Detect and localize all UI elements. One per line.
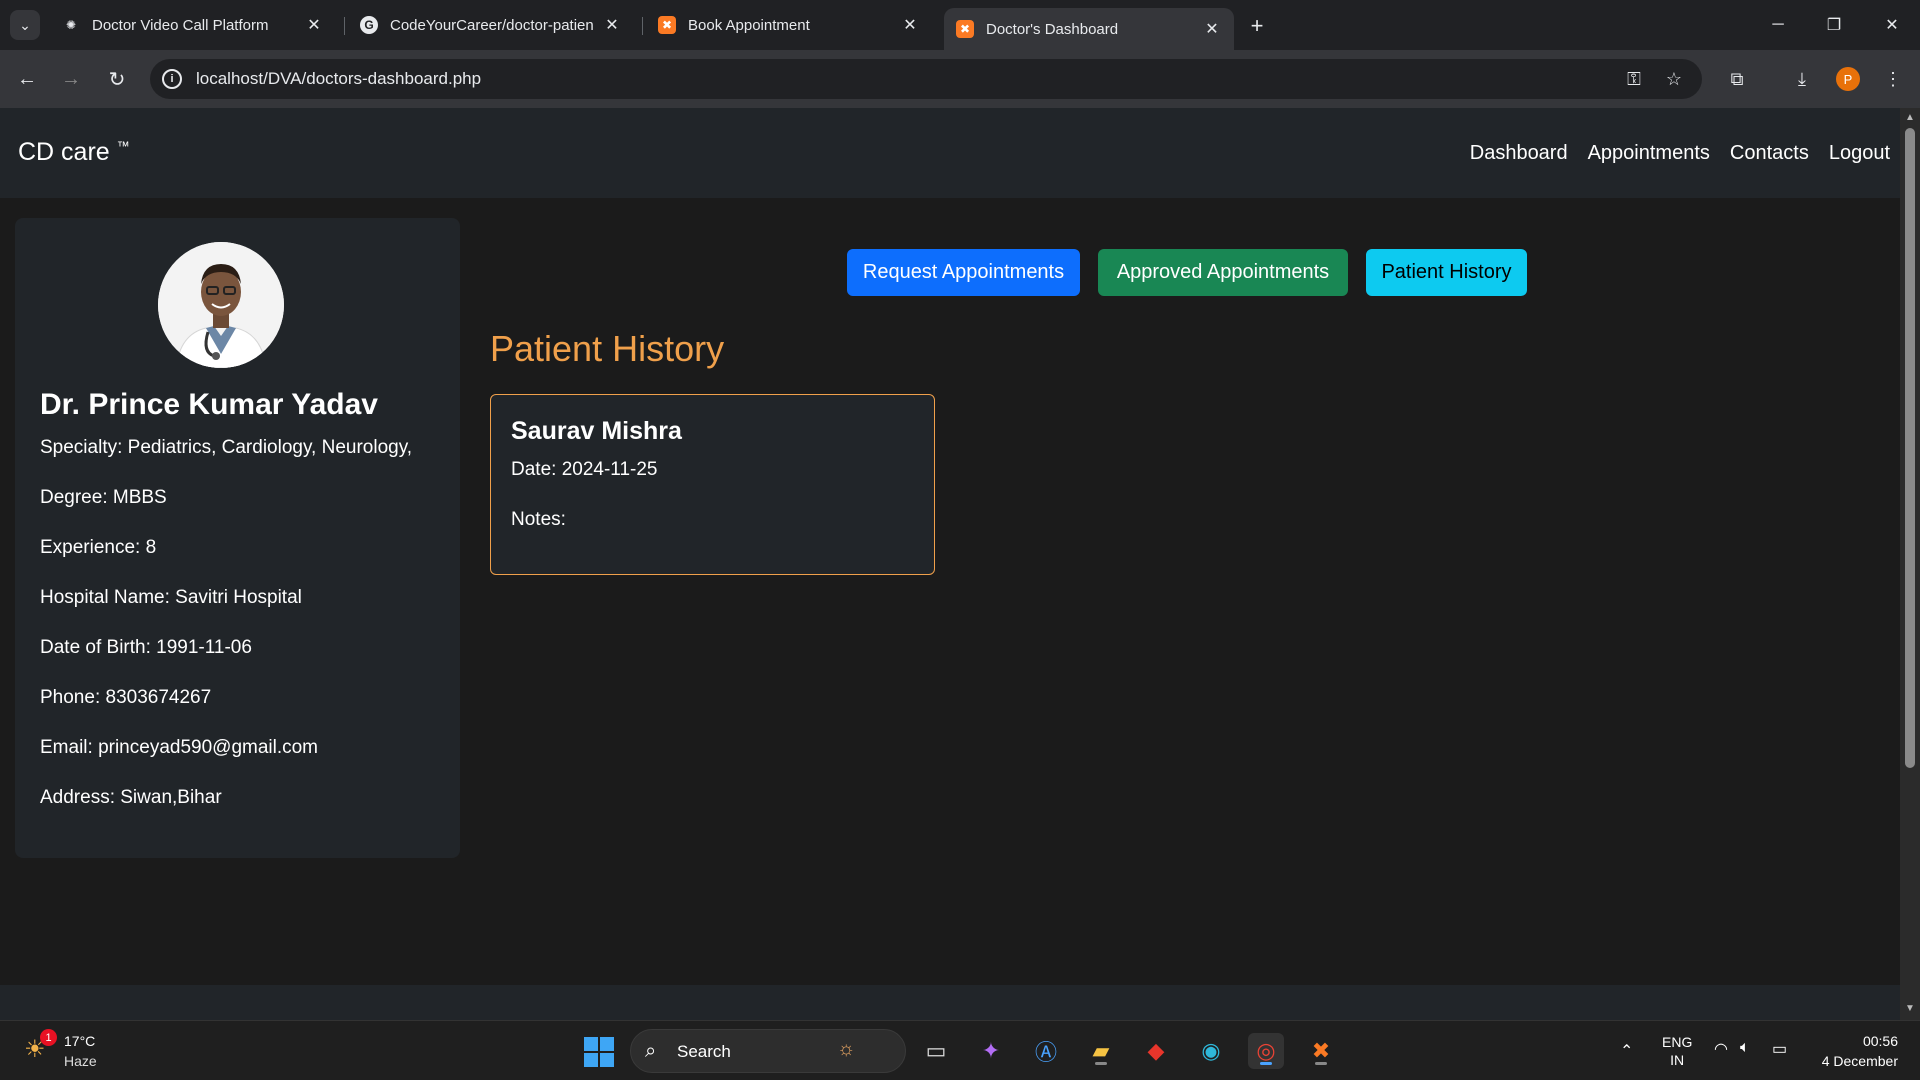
tab-doctor-video-call[interactable]: ✺ Doctor Video Call Platform ✕ [50,8,336,42]
close-icon[interactable]: ✕ [1202,19,1222,39]
scroll-thumb[interactable] [1905,128,1915,768]
clock-date: 4 December [1821,1053,1898,1069]
doctor-avatar [158,242,284,368]
address-url[interactable]: localhost/DVA/doctors-dashboard.php [196,69,481,89]
doctor-degree: Degree: MBBS [40,487,167,508]
page-scrollbar[interactable]: ▲ ▼ [1900,108,1920,1020]
doctor-specialty: Specialty: Pediatrics, Cardiology, Neuro… [40,437,413,458]
reload-button[interactable]: ↻ [102,64,132,94]
brand-logo[interactable]: CD care ™ [18,138,130,167]
patient-history-card: Saurav Mishra Date: 2024-11-25 Notes: [490,394,935,575]
nav-appointments-link[interactable]: Appointments [1588,142,1710,165]
nav-links: Dashboard Appointments Contacts Logout [1470,142,1890,165]
tab-title: Book Appointment [688,16,810,34]
volume-icon[interactable]: 🔈︎ [1740,1039,1750,1057]
task-view-icon[interactable]: ▭ [918,1033,954,1069]
patient-history-button[interactable]: Patient History [1366,249,1527,296]
nav-contacts-link[interactable]: Contacts [1730,142,1809,165]
file-explorer-icon[interactable]: ▰ [1083,1033,1119,1069]
scroll-up-icon[interactable]: ▲ [1904,112,1916,124]
weather-temperature[interactable]: 17°C [64,1033,95,1049]
tab-title: CodeYourCareer/doctor-patien [390,16,594,34]
tab-search-button[interactable]: ⌄ [10,10,40,40]
nav-dashboard-link[interactable]: Dashboard [1470,142,1568,165]
tab-book-appointment[interactable]: ✖ Book Appointment ✕ [646,8,932,42]
doctor-name: Dr. Prince Kumar Yadav [40,388,378,421]
tab-title: Doctor Video Call Platform [92,16,269,34]
tab-github[interactable]: G CodeYourCareer/doctor-patien ✕ [348,8,634,42]
menu-kebab-icon[interactable]: ⋮ [1878,64,1908,94]
close-icon[interactable]: ✕ [602,15,622,35]
close-window-button[interactable]: ✕ [1872,10,1912,40]
nav-logout-link[interactable]: Logout [1829,142,1890,165]
download-icon[interactable]: ⤓ [1787,64,1817,94]
doctor-phone: Phone: 8303674267 [40,687,212,708]
tab-separator [642,17,643,35]
minimize-button[interactable]: ─ [1758,10,1798,40]
request-appointments-button[interactable]: Request Appointments [847,249,1080,296]
copilot-icon[interactable]: ✦ [973,1033,1009,1069]
back-button[interactable]: ← [12,64,42,94]
extensions-icon[interactable]: ⧉ [1722,64,1752,94]
region-code: IN [1670,1052,1685,1068]
battery-icon[interactable]: ▭ [1772,1039,1787,1059]
windows-taskbar: ☀ 1 17°C Haze ⌕ Search ☼ ▭ ✦ Ⓐ ▰ ◆ ◉ ◎ ✖… [0,1020,1920,1080]
browser-toolbar: ← → ↻ i localhost/DVA/doctors-dashboard.… [0,50,1920,108]
github-icon: G [360,16,378,34]
search-icon: ⌕ [645,1040,657,1062]
app-store-icon[interactable]: Ⓐ [1028,1033,1064,1069]
tab-separator [344,17,345,35]
weather-badge: 1 [40,1029,57,1046]
search-placeholder: Search [677,1042,731,1061]
doctor-hospital: Hospital Name: Savitri Hospital [40,587,302,608]
xampp-control-icon[interactable]: ✖ [1303,1033,1339,1069]
edge-browser-icon[interactable]: ◉ [1193,1033,1229,1069]
wifi-icon[interactable]: ◠ [1714,1039,1728,1059]
patient-history-title: Patient History [490,328,725,369]
system-clock[interactable]: 00:56 4 December [1822,1031,1898,1071]
doctor-address: Address: Siwan,Bihar [40,787,222,808]
bookmark-star-icon[interactable]: ☆ [1662,67,1686,91]
profile-avatar[interactable]: P [1836,67,1860,91]
language-code: ENG [1662,1034,1693,1050]
openai-icon: ✺ [65,18,77,32]
page-footer-strip [0,985,1900,1020]
address-bar[interactable]: i localhost/DVA/doctors-dashboard.php ⚿ … [150,59,1702,99]
approved-appointments-button[interactable]: Approved Appointments [1098,249,1348,296]
weather-description[interactable]: Haze [64,1053,97,1069]
password-key-icon[interactable]: ⚿ [1622,67,1646,91]
search-highlight-icon: ☼ [837,1038,856,1060]
page-content: CD care ™ Dashboard Appointments Contact… [0,108,1900,1020]
tab-doctors-dashboard[interactable]: ✖ Doctor's Dashboard ✕ [944,8,1234,50]
brand-name: CD care [18,138,110,166]
doctor-dob: Date of Birth: 1991-11-06 [40,637,252,658]
close-icon[interactable]: ✕ [900,15,920,35]
patient-name: Saurav Mishra [511,417,682,445]
browser-tabbar: ⌄ ✺ Doctor Video Call Platform ✕ G CodeY… [0,0,1920,50]
doctor-profile-card: Dr. Prince Kumar Yadav Specialty: Pediat… [15,218,460,858]
chrome-browser-icon[interactable]: ◎ [1248,1033,1284,1069]
git-app-icon[interactable]: ◆ [1138,1033,1174,1069]
scroll-down-icon[interactable]: ▼ [1904,1003,1916,1015]
restore-button[interactable]: ❐ [1814,10,1854,40]
site-navbar: CD care ™ Dashboard Appointments Contact… [0,108,1900,198]
xampp-icon: ✖ [956,20,974,38]
new-tab-button[interactable]: + [1243,12,1271,40]
patient-notes: Notes: [511,509,566,530]
windows-start-icon[interactable] [584,1037,614,1067]
patient-visit-date: Date: 2024-11-25 [511,459,658,480]
site-info-icon[interactable]: i [162,69,182,89]
forward-button[interactable]: → [56,64,86,94]
language-indicator[interactable]: ENG IN [1662,1033,1692,1069]
xampp-icon: ✖ [658,16,676,34]
tab-title: Doctor's Dashboard [986,20,1119,38]
tray-overflow-chevron-icon[interactable]: ⌃ [1620,1041,1633,1061]
doctor-email: Email: princeyad590@gmail.com [40,737,319,758]
doctor-experience: Experience: 8 [40,537,157,558]
brand-trademark: ™ [116,138,130,154]
taskbar-search-box[interactable]: ⌕ Search ☼ [630,1029,906,1073]
close-icon[interactable]: ✕ [304,15,324,35]
clock-time: 00:56 [1862,1033,1898,1049]
